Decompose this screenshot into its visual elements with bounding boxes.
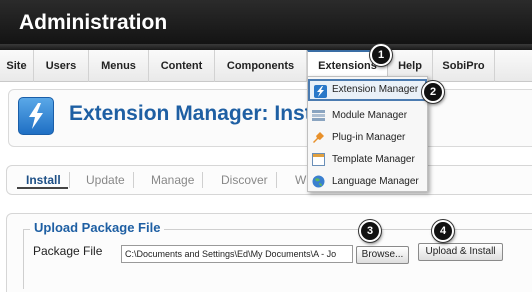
module-manager-icon xyxy=(312,109,325,122)
language-manager-icon xyxy=(312,175,325,188)
upload-legend: Upload Package File xyxy=(30,220,165,235)
menu-users[interactable]: Users xyxy=(34,50,89,82)
menu-content[interactable]: Content xyxy=(149,50,215,82)
dropdown-label-plugin-manager: Plug-in Manager xyxy=(332,132,406,143)
browse-button[interactable]: Browse... xyxy=(356,246,409,264)
tab-install[interactable]: Install xyxy=(26,172,70,188)
dropdown-label-module-manager: Module Manager xyxy=(332,110,408,121)
lightning-icon xyxy=(18,97,54,135)
callout-badge-2: 2 xyxy=(422,81,444,103)
plugin-manager-icon xyxy=(312,131,325,144)
callout-badge-3: 3 xyxy=(359,220,381,242)
menu-site[interactable]: Site xyxy=(0,50,34,82)
menu-components[interactable]: Components xyxy=(215,50,307,82)
menu-menus[interactable]: Menus xyxy=(89,50,149,82)
tab-discover[interactable]: Discover xyxy=(221,172,277,188)
tab-update[interactable]: Update xyxy=(86,172,134,188)
extension-manager-icon xyxy=(314,85,327,98)
dropdown-item-plugin-manager[interactable]: Plug-in Manager xyxy=(308,127,427,149)
upload-install-button[interactable]: Upload & Install xyxy=(418,243,503,261)
main-menubar: Site Users Menus Content Components Exte… xyxy=(0,50,532,83)
dropdown-label-language-manager: Language Manager xyxy=(332,176,419,187)
page-title: Extension Manager: Insta xyxy=(69,102,324,125)
tab-manage[interactable]: Manage xyxy=(151,172,204,188)
dropdown-item-module-manager[interactable]: Module Manager xyxy=(308,105,427,127)
dropdown-item-extension-manager[interactable]: Extension Manager xyxy=(308,79,427,101)
active-tab-indicator xyxy=(17,187,68,189)
package-file-input[interactable]: C:\Documents and Settings\Ed\My Document… xyxy=(121,245,353,263)
dropdown-item-language-manager[interactable]: Language Manager xyxy=(308,171,427,193)
dropdown-label-extension-manager: Extension Manager xyxy=(332,84,419,95)
callout-badge-4: 4 xyxy=(432,220,454,242)
extensions-dropdown: Extension Manager Module Manager Plug-in… xyxy=(307,76,428,192)
dropdown-item-template-manager[interactable]: Template Manager xyxy=(308,149,427,171)
callout-badge-1: 1 xyxy=(370,44,392,66)
dropdown-label-template-manager: Template Manager xyxy=(332,154,415,165)
menu-sobipro[interactable]: SobiPro xyxy=(433,50,495,82)
header-title: Administration xyxy=(19,11,168,34)
template-manager-icon xyxy=(312,153,325,166)
package-file-label: Package File xyxy=(33,244,103,258)
